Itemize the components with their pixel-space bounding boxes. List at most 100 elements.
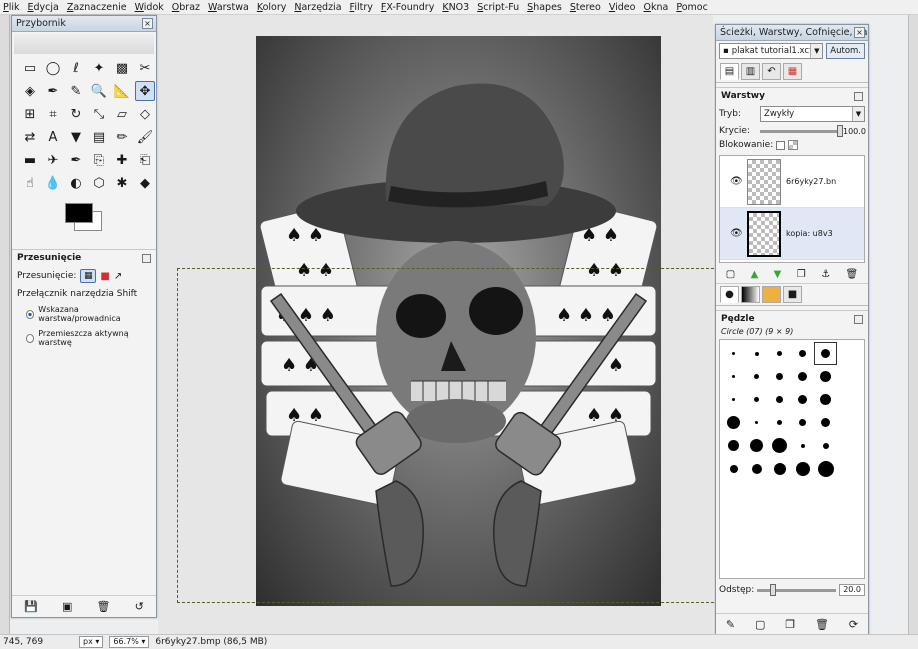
tab-menu-icon[interactable]	[142, 253, 151, 263]
radio-pick-layer[interactable]: Wskazana warstwa/prowadnica	[12, 302, 156, 326]
brush-preset[interactable]	[722, 434, 745, 457]
rotate-tool-icon[interactable]: ↻	[66, 104, 86, 124]
foreground-color-swatch[interactable]	[65, 203, 93, 223]
warp-tool-icon[interactable]: ✱	[112, 173, 132, 193]
opacity-slider[interactable]	[760, 124, 843, 137]
ink-tool-icon[interactable]: ✒	[66, 150, 86, 170]
paintbrush-tool-icon[interactable]: 🖌	[135, 127, 155, 147]
lock-pixels-checkbox[interactable]	[776, 140, 786, 150]
dodge-burn-tool-icon[interactable]: ◐	[66, 173, 86, 193]
blur-tool-icon[interactable]: 💧	[43, 173, 63, 193]
airbrush-tool-icon[interactable]: ✈	[43, 150, 63, 170]
zoom-select[interactable]: 66.7% ▾	[109, 636, 150, 648]
tab-menu-icon[interactable]	[854, 314, 863, 324]
brush-preset[interactable]	[722, 365, 745, 388]
brush-preset[interactable]	[814, 342, 837, 365]
menu-item-7[interactable]: Narzędzia	[294, 2, 341, 13]
menu-item-10[interactable]: KNO3	[442, 2, 469, 13]
brush-preset[interactable]	[745, 388, 768, 411]
eye-icon[interactable]: 👁	[730, 228, 743, 239]
brush-preset[interactable]	[768, 411, 791, 434]
menu-item-8[interactable]: Filtry	[350, 2, 373, 13]
menu-item-6[interactable]: Kolory	[257, 2, 287, 13]
brush-preset[interactable]	[791, 457, 814, 480]
delete-brush-icon[interactable]: 🗑	[815, 618, 829, 631]
auto-button[interactable]: Autom.	[826, 43, 865, 59]
cage-tool-icon[interactable]: ⬡	[89, 173, 109, 193]
free-select-tool-icon[interactable]: ℓ	[66, 58, 86, 78]
duplicate-layer-icon[interactable]: ❐	[797, 269, 806, 280]
brush-preset[interactable]	[768, 365, 791, 388]
brush-preset[interactable]	[768, 434, 791, 457]
dock-title[interactable]: Ścieżki, Warstwy, Cofnięcie, Kana... ×	[716, 25, 868, 41]
radio-off-icon[interactable]	[26, 333, 35, 343]
right-ruler[interactable]	[908, 15, 918, 634]
bucket-fill-tool-icon[interactable]: ▼	[66, 127, 86, 147]
save-options-icon[interactable]: 💾	[24, 600, 38, 613]
selection-mode-icon[interactable]: ■	[100, 271, 109, 282]
ellipse-select-tool-icon[interactable]: ◯	[43, 58, 63, 78]
lower-layer-icon[interactable]: ▼	[774, 269, 782, 280]
perspective-tool-icon[interactable]: ◇	[135, 104, 155, 124]
brush-preset[interactable]	[791, 342, 814, 365]
move-tool-icon[interactable]: ✥	[135, 81, 155, 101]
menu-item-1[interactable]: Edycja	[28, 2, 59, 13]
delete-options-icon[interactable]: 🗑	[97, 600, 111, 613]
tab-layers[interactable]: ▤	[720, 63, 739, 80]
restore-options-icon[interactable]: ▣	[62, 600, 72, 613]
brush-preset[interactable]	[745, 365, 768, 388]
mode-select[interactable]: Zwykły ▼	[760, 106, 865, 122]
wilber-drop-area[interactable]	[14, 34, 154, 54]
crop-tool-icon[interactable]: ⌗	[43, 104, 63, 124]
scale-tool-icon[interactable]: ⤡	[89, 104, 109, 124]
image-select[interactable]: ▪ plakat tutorial1.xcf-1 ▼	[719, 43, 824, 59]
anchor-icon[interactable]: ⚓	[821, 269, 830, 280]
heal-tool-icon[interactable]: ✚	[112, 150, 132, 170]
reset-options-icon[interactable]: ↺	[135, 600, 144, 613]
smudge-tool-icon[interactable]: ☝	[20, 173, 40, 193]
eraser-tool-icon[interactable]: ▬	[20, 150, 40, 170]
image-canvas[interactable]: ♠ ♠ ♠ ♠ ♠ ♠ ♠ ♠ ♠ ♠ ♠ ♠ ♠ ♠ ♠ ♠ ♠ ♠ ♠ ♠ ♠ ♠	[256, 36, 661, 606]
shear-tool-icon[interactable]: ▱	[112, 104, 132, 124]
tab-undo[interactable]: ▦	[783, 63, 802, 80]
close-icon[interactable]: ×	[142, 18, 153, 29]
opacity-value[interactable]: 100.0	[843, 127, 866, 136]
clone-tool-icon[interactable]: ⎘	[89, 150, 109, 170]
color-picker-tool-icon[interactable]: ✎	[66, 81, 86, 101]
brush-preset[interactable]	[768, 342, 791, 365]
brush-preset[interactable]	[722, 457, 745, 480]
spacing-value[interactable]: 20.0	[839, 584, 865, 596]
new-brush-icon[interactable]: ▢	[755, 618, 765, 631]
edit-brush-icon[interactable]: ✎	[726, 618, 735, 631]
brush-preset[interactable]	[722, 388, 745, 411]
tab-paths[interactable]: ↶	[762, 63, 781, 80]
tab-channels[interactable]: ▥	[741, 63, 760, 80]
brush-preset[interactable]	[791, 365, 814, 388]
brush-preset[interactable]	[768, 388, 791, 411]
tab-menu-icon[interactable]	[854, 91, 863, 101]
tab-brushes[interactable]: ●	[720, 286, 739, 303]
delete-layer-icon[interactable]: 🗑	[846, 269, 859, 280]
spacing-slider-thumb[interactable]	[770, 583, 777, 596]
brush-preset[interactable]	[722, 342, 745, 365]
brush-preset[interactable]	[791, 434, 814, 457]
new-layer-icon[interactable]: ▢	[726, 269, 735, 280]
brush-preset[interactable]	[814, 411, 837, 434]
color-tool-tool-icon[interactable]: ◆	[135, 173, 155, 193]
brush-preset[interactable]	[722, 411, 745, 434]
menu-item-15[interactable]: Okna	[643, 2, 668, 13]
lock-alpha-icon[interactable]	[788, 140, 799, 150]
menu-item-12[interactable]: Shapes	[527, 2, 562, 13]
radio-move-active[interactable]: Przemieszcza aktywną warstwę	[12, 326, 156, 350]
tab-gradients[interactable]	[741, 286, 760, 303]
color-area[interactable]	[60, 201, 156, 245]
menu-item-16[interactable]: Pomoc	[676, 2, 708, 13]
menu-item-2[interactable]: Zaznaczenie	[67, 2, 127, 13]
perspective-clone-tool-icon[interactable]: ⎗	[135, 150, 155, 170]
foreground-select-tool-icon[interactable]: ◈	[20, 81, 40, 101]
menu-item-14[interactable]: Video	[609, 2, 636, 13]
measure-tool-icon[interactable]: 📐	[112, 81, 132, 101]
brush-preset[interactable]	[814, 365, 837, 388]
left-ruler[interactable]	[0, 15, 10, 634]
blend-tool-icon[interactable]: ▤	[89, 127, 109, 147]
